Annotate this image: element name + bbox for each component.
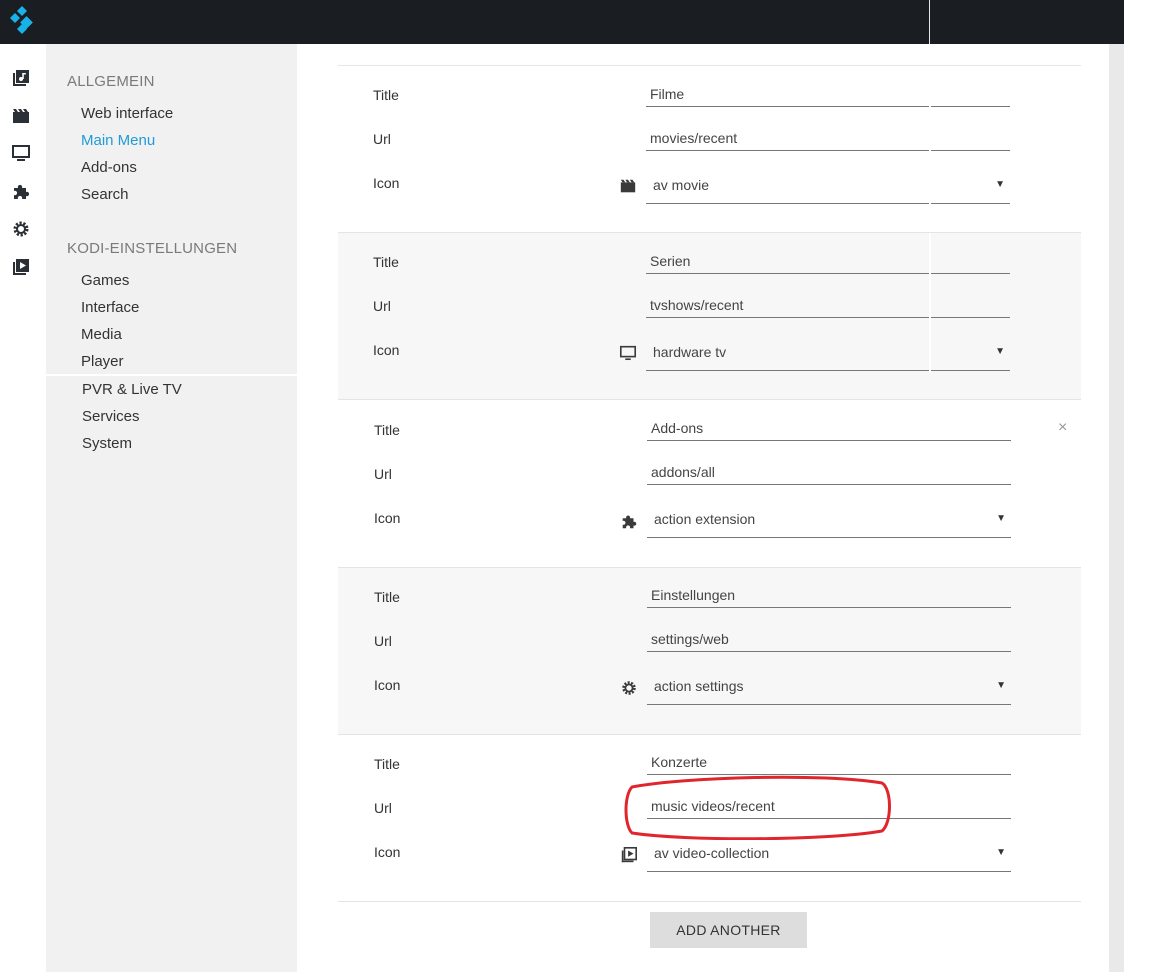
url-label: Url (374, 633, 392, 649)
icon-select-value: action extension (654, 511, 756, 527)
url-input[interactable] (646, 126, 1010, 151)
chevron-down-icon: ▼ (996, 847, 1006, 858)
url-input[interactable] (647, 794, 1011, 819)
icon-select-value: av video-collection (654, 845, 770, 861)
chevron-down-icon: ▼ (995, 346, 1005, 357)
title-label: Title (373, 254, 399, 270)
topbar-divider (929, 0, 930, 44)
title-label: Title (374, 756, 400, 772)
title-label: Title (374, 422, 400, 438)
scrollbar[interactable] (1109, 44, 1124, 972)
menu-item-card: Title Url Icon hardware tv ▼ (338, 233, 1081, 400)
menu-item-card: Title Url Icon av video-collection ▼ (338, 735, 1081, 902)
movies-icon[interactable] (11, 106, 31, 126)
menu-item-card: Title Url Icon av movie ▼ (338, 66, 1081, 233)
icon-select-value: hardware tv (653, 344, 727, 360)
chevron-down-icon: ▼ (996, 513, 1006, 524)
menu-item-card: Title Url Icon action settings ▼ (338, 568, 1081, 735)
add-another-button[interactable]: ADD ANOTHER (650, 912, 807, 948)
tv-icon[interactable] (11, 143, 31, 163)
title-input[interactable] (647, 416, 1011, 441)
icon-label: Icon (374, 510, 401, 526)
icon-select[interactable]: av video-collection ▼ (647, 836, 1011, 872)
nav-item-web-interface[interactable]: Web interface (81, 105, 173, 122)
icon-select[interactable]: hardware tv ▼ (646, 335, 1010, 371)
icon-select[interactable]: av movie ▼ (646, 168, 1010, 204)
video-collection-icon[interactable] (11, 257, 31, 277)
url-label: Url (373, 298, 391, 314)
url-label: Url (374, 800, 392, 816)
url-input[interactable] (647, 460, 1011, 485)
title-input[interactable] (646, 82, 1010, 107)
nav-item-search[interactable]: Search (81, 186, 129, 203)
nav-item-games[interactable]: Games (81, 272, 129, 289)
column-gap (929, 66, 931, 206)
tv-icon (619, 345, 637, 361)
addons-icon[interactable] (11, 181, 31, 201)
video-collection-icon (621, 846, 638, 863)
section-heading-kodi-einstellungen: KODI-EINSTELLUNGEN (67, 240, 238, 257)
icon-select[interactable]: action extension ▼ (647, 502, 1011, 538)
icon-label: Icon (374, 844, 401, 860)
title-input[interactable] (647, 583, 1011, 608)
nav-item-player[interactable]: Player (81, 353, 124, 370)
url-label: Url (373, 131, 391, 147)
title-label: Title (373, 87, 399, 103)
url-input[interactable] (647, 627, 1011, 652)
title-input[interactable] (647, 750, 1011, 775)
menu-item-card: Title × Url Icon action extension ▼ (338, 401, 1081, 568)
kodi-logo-icon[interactable] (6, 4, 38, 36)
nav-item-interface[interactable]: Interface (81, 299, 139, 316)
extension-icon (622, 515, 637, 529)
nav-item-pvr-live-tv[interactable]: PVR & Live TV (82, 381, 182, 398)
nav-item-media[interactable]: Media (81, 326, 122, 343)
chevron-down-icon: ▼ (995, 179, 1005, 190)
url-label: Url (374, 466, 392, 482)
title-input[interactable] (646, 249, 1010, 274)
column-gap (929, 233, 931, 373)
icon-select-value: action settings (654, 678, 744, 694)
chevron-down-icon: ▼ (996, 680, 1006, 691)
nav-item-add-ons[interactable]: Add-ons (81, 159, 137, 176)
music-library-icon[interactable] (11, 68, 31, 88)
settings-icon[interactable] (11, 219, 31, 239)
section-heading-allgemein: ALLGEMEIN (67, 73, 155, 90)
title-label: Title (374, 589, 400, 605)
nav-item-main-menu[interactable]: Main Menu (81, 132, 155, 149)
sidebar-notch (46, 374, 297, 376)
remove-item-icon[interactable]: × (1058, 419, 1067, 437)
icon-select[interactable]: action settings ▼ (647, 669, 1011, 705)
settings-sidebar: ALLGEMEIN Web interface Main Menu Add-on… (46, 44, 297, 972)
settings-icon (622, 681, 636, 695)
top-bar (0, 0, 1124, 44)
url-input[interactable] (646, 293, 1010, 318)
nav-item-system[interactable]: System (82, 435, 132, 452)
icon-rail (0, 44, 46, 304)
icon-label: Icon (373, 175, 400, 191)
icon-select-value: av movie (653, 177, 710, 193)
icon-label: Icon (374, 677, 401, 693)
nav-item-services[interactable]: Services (82, 408, 140, 425)
icon-label: Icon (373, 342, 400, 358)
movie-icon (620, 179, 636, 193)
